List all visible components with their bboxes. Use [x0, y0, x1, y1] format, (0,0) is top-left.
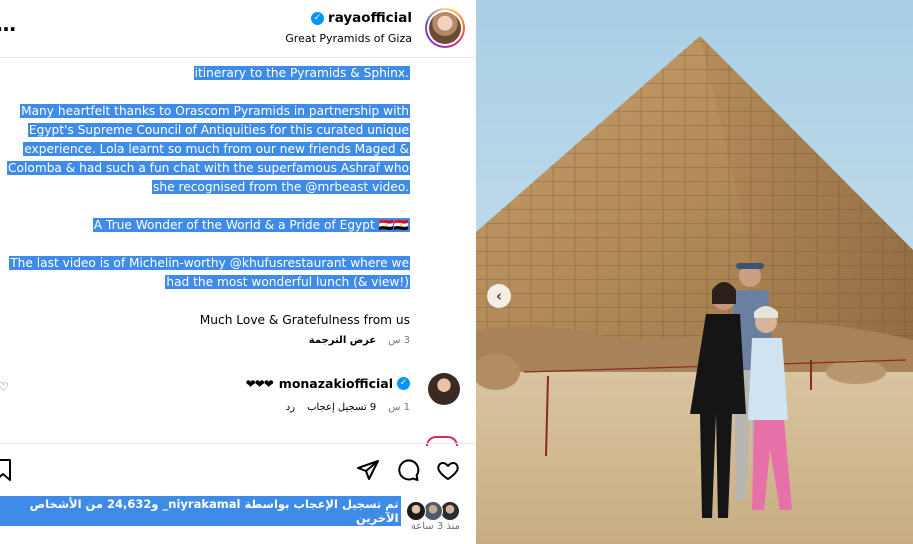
commenter-username-row[interactable]: monazakiofficial ✓	[279, 376, 410, 391]
comment-time: 1 س	[388, 402, 410, 413]
liker-avatars	[406, 501, 460, 521]
caption-line: Colomba & had such a fun chat with the s…	[7, 161, 410, 175]
comment-like-icon[interactable]: ♡	[0, 380, 9, 394]
caption-time: 3 س	[388, 335, 410, 346]
author-avatar[interactable]	[425, 8, 465, 48]
commenter-avatar[interactable]	[428, 373, 460, 405]
caption-line: had the most wonderful lunch (& view!)	[165, 275, 410, 289]
post-location[interactable]: Great Pyramids of Giza	[285, 32, 412, 45]
caption-line: The last video is of Michelin-worthy @kh…	[9, 256, 410, 270]
post-caption: itinerary to the Pyramids & Sphinx. Many…	[0, 64, 410, 330]
caption-line: Much Love & Gratefulness from us	[199, 313, 410, 327]
caption-meta: 3 س عرض الترجمة	[309, 335, 410, 346]
more-dots-icon[interactable]: …	[0, 12, 17, 36]
comment-meta: 1 س 9 تسجيل إعجاب رد	[286, 402, 410, 413]
commenter-username[interactable]: monazakiofficial	[279, 376, 393, 391]
caption-line: Many heartfelt thanks to Orascom Pyramid…	[20, 104, 410, 118]
reply-button[interactable]: رد	[286, 402, 295, 413]
caption-line: Egypt's Supreme Council of Antiquities f…	[27, 123, 410, 137]
post-side-panel: ✓ rayaofficial Great Pyramids of Giza … …	[0, 0, 476, 544]
likes-summary[interactable]: تم تسجيل الإعجاب بواسطة niyrakamal_ و24,…	[0, 496, 460, 526]
heart-icon[interactable]	[436, 458, 460, 482]
bookmark-icon[interactable]	[0, 458, 12, 482]
caption-line: A True Wonder of the World & a Pride of …	[92, 218, 410, 232]
verified-badge-icon: ✓	[311, 11, 325, 25]
verified-badge-icon: ✓	[397, 377, 410, 390]
post-photo[interactable]	[476, 0, 913, 544]
chevron-left-icon[interactable]: ‹	[487, 284, 511, 308]
author-username-row[interactable]: ✓ rayaofficial	[311, 10, 412, 26]
action-bar	[0, 443, 476, 493]
post-header: ✓ rayaofficial Great Pyramids of Giza …	[0, 0, 476, 58]
see-translation-link[interactable]: عرض الترجمة	[309, 335, 376, 346]
comment-row: monazakiofficial ✓ ❤❤❤	[246, 376, 410, 391]
comment-likes[interactable]: 9 تسجيل إعجاب	[307, 402, 376, 413]
likes-text[interactable]: تم تسجيل الإعجاب بواسطة niyrakamal_ و24,…	[0, 496, 401, 526]
caption-line: she recognised from the @mrbeast video.	[152, 180, 410, 194]
pyramid-photo	[476, 0, 913, 544]
share-icon[interactable]	[356, 458, 380, 482]
author-username[interactable]: rayaofficial	[328, 10, 412, 26]
caption-line: itinerary to the Pyramids & Sphinx.	[193, 66, 410, 80]
comment-text: ❤❤❤	[245, 376, 274, 391]
caption-line: experience. Lola learnt so much from our…	[23, 142, 410, 156]
comment-icon[interactable]	[396, 458, 420, 482]
post-time-ago: منذ 3 ساعة	[410, 521, 460, 532]
